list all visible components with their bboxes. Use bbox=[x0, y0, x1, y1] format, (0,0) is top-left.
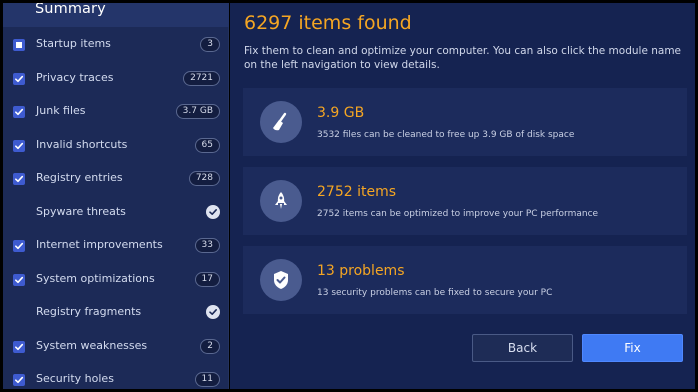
card-value: 13 problems bbox=[317, 263, 405, 279]
checkbox-checked[interactable] bbox=[13, 273, 25, 286]
checkbox-checked[interactable] bbox=[13, 240, 25, 252]
sidebar-item[interactable]: Invalid shortcuts 65 bbox=[3, 129, 229, 162]
sidebar-item-label: Registry fragments bbox=[36, 305, 142, 318]
main-panel: 6297 items found Fix them to clean and o… bbox=[230, 3, 695, 389]
partial-checkbox[interactable] bbox=[13, 39, 25, 51]
card-description: 2752 items can be optimized to improve y… bbox=[317, 209, 599, 219]
sidebar-item-label: Invalid shortcuts bbox=[36, 137, 128, 151]
sidebar-item-label: System weaknesses bbox=[36, 338, 148, 352]
sidebar-item[interactable]: System weaknesses 2 bbox=[3, 330, 229, 363]
count-badge: 65 bbox=[194, 137, 220, 153]
app-window: Summary Startup items 3 Privacy traces 2721… bbox=[3, 3, 695, 389]
count-badge: 2 bbox=[200, 338, 220, 354]
check-circle-icon bbox=[206, 305, 220, 319]
count-badge: 3 bbox=[200, 37, 220, 52]
sidebar-item-label: Privacy traces bbox=[36, 70, 114, 84]
checkbox-checked[interactable] bbox=[13, 340, 25, 353]
sidebar-item[interactable]: Privacy traces 2721 bbox=[3, 62, 229, 95]
card-junk-files: 3.9 GB 3532 files can be cleaned to free… bbox=[243, 88, 687, 156]
checkbox-checked[interactable] bbox=[13, 139, 25, 152]
broom-icon bbox=[260, 101, 302, 143]
card-optimization: 2752 items 2752 items can be optimized t… bbox=[243, 167, 687, 235]
checkbox-checked[interactable] bbox=[13, 374, 25, 386]
count-badge: 3.7 GB bbox=[175, 104, 220, 119]
shield-icon bbox=[260, 259, 302, 301]
sidebar-item-label: System optimizations bbox=[36, 271, 155, 285]
back-button[interactable]: Back bbox=[472, 334, 573, 362]
count-badge: 2721 bbox=[183, 70, 220, 86]
sidebar-item-label: Startup items bbox=[36, 37, 111, 50]
sidebar-item[interactable]: Startup items 3 bbox=[3, 28, 229, 61]
sidebar-item[interactable]: Internet improvements 33 bbox=[3, 229, 229, 262]
count-badge: 33 bbox=[194, 238, 220, 253]
sidebar-item-label: Registry entries bbox=[36, 171, 123, 184]
sidebar-item-label: Security holes bbox=[36, 372, 114, 385]
sidebar-item[interactable]: Registry fragments bbox=[3, 296, 229, 329]
sidebar-title-summary[interactable]: Summary bbox=[35, 3, 106, 17]
sidebar-item[interactable]: System optimizations 17 bbox=[3, 263, 229, 296]
sidebar: Summary Startup items 3 Privacy traces 2721… bbox=[3, 3, 229, 389]
sidebar-item[interactable]: Security holes 11 bbox=[3, 363, 229, 389]
sidebar-header[interactable]: Summary bbox=[3, 3, 229, 27]
checkbox-checked[interactable] bbox=[13, 106, 25, 118]
card-description: 3532 files can be cleaned to free up 3.9… bbox=[317, 130, 575, 140]
card-description: 13 security problems can be fixed to sec… bbox=[317, 288, 553, 298]
sidebar-item[interactable]: Registry entries 728 bbox=[3, 162, 229, 195]
card-value: 3.9 GB bbox=[317, 105, 365, 121]
fix-button[interactable]: Fix bbox=[582, 334, 683, 362]
sidebar-item[interactable]: Junk files 3.7 GB bbox=[3, 95, 229, 128]
card-value: 2752 items bbox=[317, 184, 397, 200]
sidebar-item-label: Spyware threats bbox=[36, 204, 126, 218]
count-badge: 17 bbox=[194, 271, 220, 287]
rocket-icon bbox=[260, 180, 302, 222]
card-security: 13 problems 13 security problems can be … bbox=[243, 246, 687, 314]
sidebar-item-label: Internet improvements bbox=[36, 238, 163, 251]
count-badge: 728 bbox=[188, 171, 220, 186]
count-badge: 11 bbox=[194, 372, 220, 387]
sidebar-item[interactable]: Spyware threats bbox=[3, 196, 229, 229]
page-title: 6297 items found bbox=[244, 12, 412, 34]
checkbox-checked[interactable] bbox=[13, 72, 25, 85]
sidebar-item-label: Junk files bbox=[36, 104, 86, 117]
check-circle-icon bbox=[206, 204, 220, 219]
page-description: Fix them to clean and optimize your comp… bbox=[244, 45, 682, 71]
checkbox-checked[interactable] bbox=[13, 173, 25, 185]
